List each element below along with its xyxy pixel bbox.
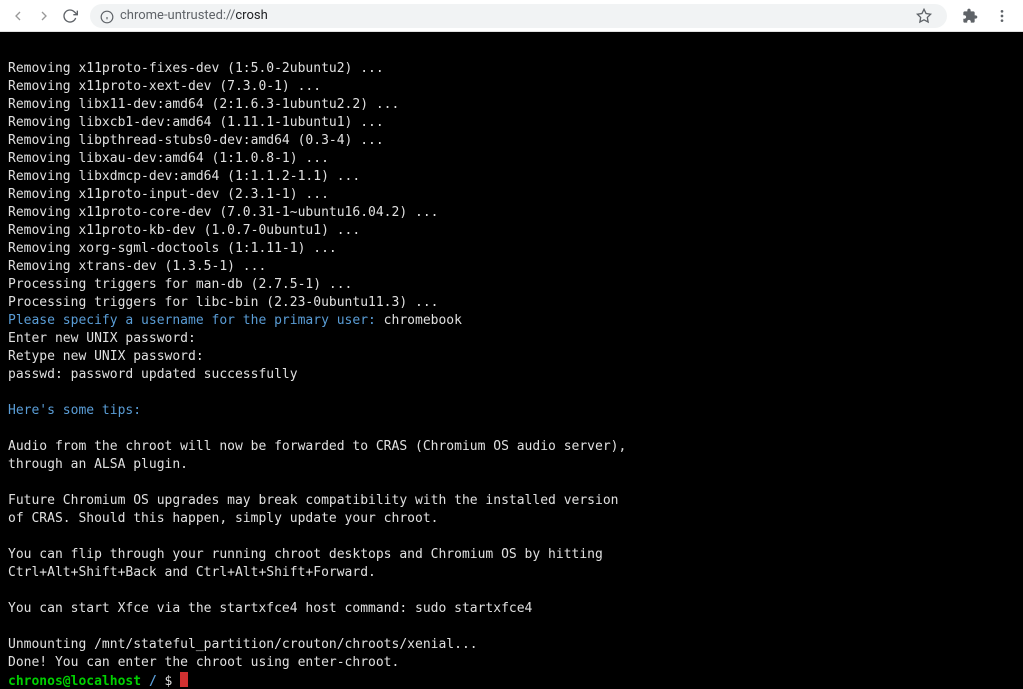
terminal-line: Enter new UNIX password: (8, 330, 1015, 348)
cursor-icon (180, 672, 188, 687)
terminal-line (8, 420, 1015, 438)
terminal-line: You can flip through your running chroot… (8, 546, 1015, 564)
terminal-line: Here's some tips: (8, 402, 1015, 420)
reload-button[interactable] (60, 6, 80, 26)
bookmark-star-icon[interactable] (915, 7, 933, 25)
terminal-line: Removing x11proto-core-dev (7.0.31-1~ubu… (8, 204, 1015, 222)
back-button[interactable] (8, 6, 28, 26)
terminal-line: Processing triggers for man-db (2.7.5-1)… (8, 276, 1015, 294)
terminal-line (8, 474, 1015, 492)
terminal-line: Removing xtrans-dev (1.3.5-1) ... (8, 258, 1015, 276)
terminal-line: Removing libx11-dev:amd64 (2:1.6.3-1ubun… (8, 96, 1015, 114)
terminal-line: Audio from the chroot will now be forwar… (8, 438, 1015, 456)
terminal[interactable]: Removing x11proto-fixes-dev (1:5.0-2ubun… (0, 32, 1023, 689)
terminal-line: Removing libxcb1-dev:amd64 (1.11.1-1ubun… (8, 114, 1015, 132)
terminal-line (8, 384, 1015, 402)
terminal-line: Unmounting /mnt/stateful_partition/crout… (8, 636, 1015, 654)
terminal-line: of CRAS. Should this happen, simply upda… (8, 510, 1015, 528)
terminal-line: Done! You can enter the chroot using ent… (8, 654, 1015, 672)
terminal-line: Removing xorg-sgml-doctools (1:1.11-1) .… (8, 240, 1015, 258)
site-info-icon[interactable] (100, 9, 114, 23)
terminal-line: Removing x11proto-xext-dev (7.3.0-1) ... (8, 78, 1015, 96)
terminal-line: Processing triggers for libc-bin (2.23-0… (8, 294, 1015, 312)
terminal-line: You can start Xfce via the startxfce4 ho… (8, 600, 1015, 618)
terminal-line: Please specify a username for the primar… (8, 312, 1015, 330)
terminal-line: through an ALSA plugin. (8, 456, 1015, 474)
browser-toolbar: chrome-untrusted://crosh (0, 0, 1023, 32)
terminal-line (8, 582, 1015, 600)
terminal-line: Removing libxdmcp-dev:amd64 (1:1.1.2-1.1… (8, 168, 1015, 186)
terminal-line: Removing libpthread-stubs0-dev:amd64 (0.… (8, 132, 1015, 150)
terminal-line: Ctrl+Alt+Shift+Back and Ctrl+Alt+Shift+F… (8, 564, 1015, 582)
address-bar[interactable]: chrome-untrusted://crosh (90, 4, 947, 28)
forward-button[interactable] (34, 6, 54, 26)
terminal-line: Removing x11proto-fixes-dev (1:5.0-2ubun… (8, 60, 1015, 78)
url-text: chrome-untrusted://crosh (120, 8, 905, 23)
terminal-line (8, 618, 1015, 636)
terminal-prompt[interactable]: chronos@localhost / $ (8, 672, 1015, 689)
terminal-line: Removing x11proto-kb-dev (1.0.7-0ubuntu1… (8, 222, 1015, 240)
terminal-line: passwd: password updated successfully (8, 366, 1015, 384)
terminal-line (8, 528, 1015, 546)
terminal-line: Removing x11proto-input-dev (2.3.1-1) ..… (8, 186, 1015, 204)
terminal-line: Retype new UNIX password: (8, 348, 1015, 366)
extensions-icon[interactable] (961, 7, 979, 25)
menu-icon[interactable] (993, 7, 1011, 25)
terminal-line: Future Chromium OS upgrades may break co… (8, 492, 1015, 510)
terminal-line: Removing libxau-dev:amd64 (1:1.0.8-1) ..… (8, 150, 1015, 168)
